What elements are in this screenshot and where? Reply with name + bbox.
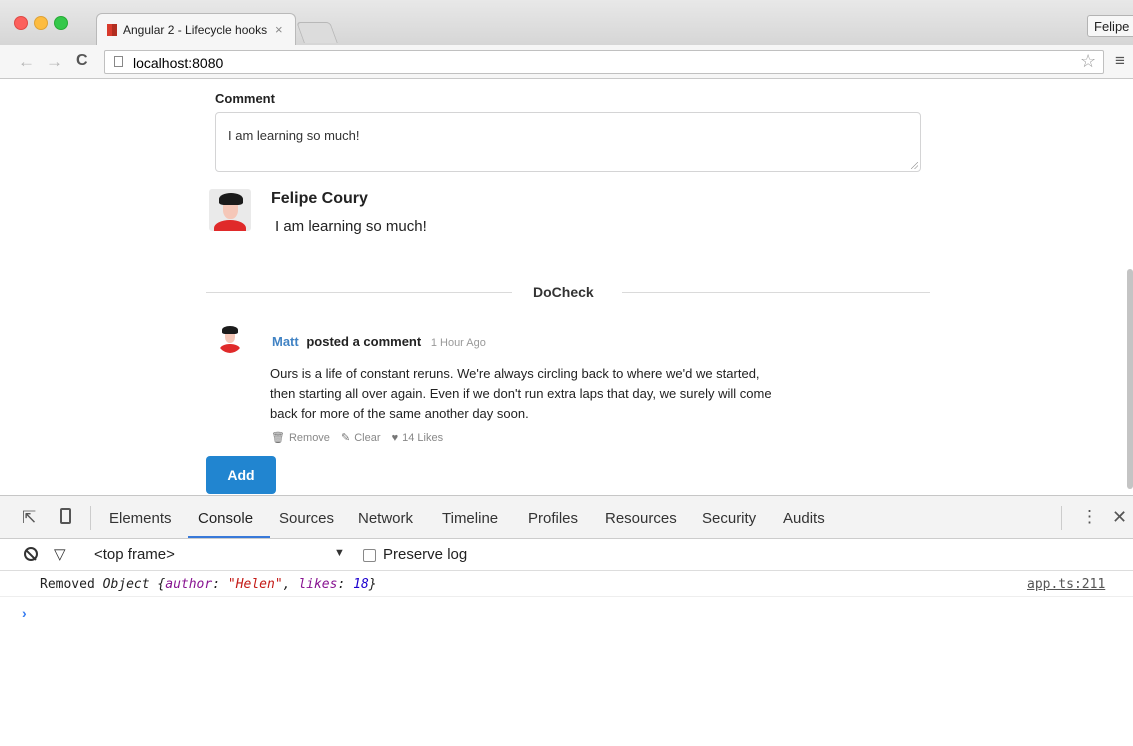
back-arrow-icon[interactable]: ← (18, 52, 35, 72)
trash-icon: 🗑 (271, 432, 285, 444)
tab-audits[interactable]: Audits (783, 510, 825, 527)
bookmark-star-icon[interactable]: ☆ (1080, 51, 1096, 72)
device-mode-icon[interactable] (60, 508, 71, 524)
remove-action[interactable]: 🗑 Remove (271, 432, 330, 444)
tab-close-icon[interactable]: × (275, 22, 283, 37)
tab-timeline[interactable]: Timeline (442, 510, 498, 527)
comment-author-link[interactable]: Matt (272, 334, 299, 349)
tab-profiles[interactable]: Profiles (528, 510, 578, 527)
tab-network[interactable]: Network (358, 510, 413, 527)
devtools-tabbar: ⇱ Elements Console Sources Network Timel… (0, 496, 1133, 539)
heart-icon: ♥ (391, 432, 399, 444)
comment-date: 1 Hour Ago (430, 337, 486, 349)
address-bar[interactable]: localhost:8080 (104, 50, 1104, 74)
forward-arrow-icon[interactable]: → (46, 52, 63, 72)
divider-line (622, 292, 930, 293)
tab-console[interactable]: Console (198, 510, 253, 527)
console-prompt-icon[interactable]: › (22, 605, 27, 621)
toolbar-divider (1061, 506, 1062, 530)
console-log-row: Removed Object {author: "Helen", likes: … (0, 571, 1133, 597)
devtools-panel: ⇱ Elements Console Sources Network Timel… (0, 495, 1133, 746)
comment-meta: Matt posted a comment 1 Hour Ago (272, 334, 486, 349)
preview-text: I am learning so much! (275, 218, 427, 235)
maximize-window-button[interactable] (54, 16, 68, 30)
log-message: Removed Object {author: "Helen", likes: … (40, 577, 377, 592)
filter-icon[interactable]: ▽ (54, 545, 66, 563)
page-icon (114, 56, 123, 67)
browser-menu-icon[interactable]: ≡ (1115, 51, 1125, 71)
more-options-icon[interactable]: ⋮ (1081, 507, 1098, 527)
browser-titlebar: Angular 2 - Lifecycle hooks × Felipe (0, 0, 1133, 45)
frame-select[interactable]: <top frame> (94, 546, 175, 563)
clear-action[interactable]: ✎ Clear (341, 432, 381, 444)
browser-toolbar: ← → C localhost:8080 ☆ ≡ (0, 45, 1133, 79)
comment-text: Ours is a life of constant reruns. We're… (270, 366, 772, 421)
minimize-window-button[interactable] (34, 16, 48, 30)
angular-favicon-icon (107, 24, 117, 36)
avatar (217, 325, 243, 353)
page-content: Comment I am learning so much! Felipe Co… (0, 79, 1133, 495)
url-text[interactable]: localhost:8080 (133, 55, 223, 71)
close-window-button[interactable] (14, 16, 28, 30)
comment-actions: 🗑 Remove ✎ Clear ♥ 14 Likes (271, 431, 451, 444)
remove-label: Remove (288, 432, 330, 444)
preserve-log-label[interactable]: Preserve log (383, 546, 467, 563)
likes-action[interactable]: ♥ 14 Likes (392, 432, 444, 444)
inspect-element-icon[interactable]: ⇱ (22, 508, 36, 528)
tab-elements[interactable]: Elements (109, 510, 172, 527)
add-button[interactable]: Add (206, 456, 276, 494)
comment-label: Comment (215, 91, 275, 106)
close-devtools-icon[interactable]: ✕ (1112, 507, 1127, 528)
avatar (209, 189, 251, 231)
browser-tab[interactable]: Angular 2 - Lifecycle hooks × (96, 13, 296, 45)
eraser-icon: ✎ (341, 432, 351, 444)
toolbar-divider (90, 506, 91, 530)
tab-title: Angular 2 - Lifecycle hooks (123, 23, 268, 37)
preview-author: Felipe Coury (271, 190, 368, 207)
preserve-log-checkbox[interactable] (363, 549, 376, 562)
resize-handle-icon[interactable] (911, 162, 918, 169)
log-source-link[interactable]: app.ts:211 (1027, 577, 1105, 592)
tab-sources[interactable]: Sources (279, 510, 334, 527)
comment-action: posted a comment (306, 334, 422, 349)
comment-textarea[interactable]: I am learning so much! (215, 112, 921, 172)
profile-button[interactable]: Felipe (1087, 15, 1133, 37)
comment-textarea-value: I am learning so much! (228, 128, 360, 143)
reload-icon[interactable]: C (76, 52, 88, 70)
likes-label: 14 Likes (402, 432, 444, 444)
clear-label: Clear (354, 432, 381, 444)
new-tab-button[interactable] (296, 22, 338, 43)
divider-line (206, 292, 512, 293)
active-tab-indicator (188, 536, 270, 538)
section-title: DoCheck (533, 284, 594, 300)
console-filterbar: ▽ <top frame> ▼ Preserve log (0, 539, 1133, 571)
tab-security[interactable]: Security (702, 510, 756, 527)
page-scrollbar[interactable] (1127, 269, 1133, 489)
chevron-down-icon[interactable]: ▼ (334, 547, 345, 559)
tab-resources[interactable]: Resources (605, 510, 677, 527)
clear-console-icon[interactable] (24, 547, 38, 561)
